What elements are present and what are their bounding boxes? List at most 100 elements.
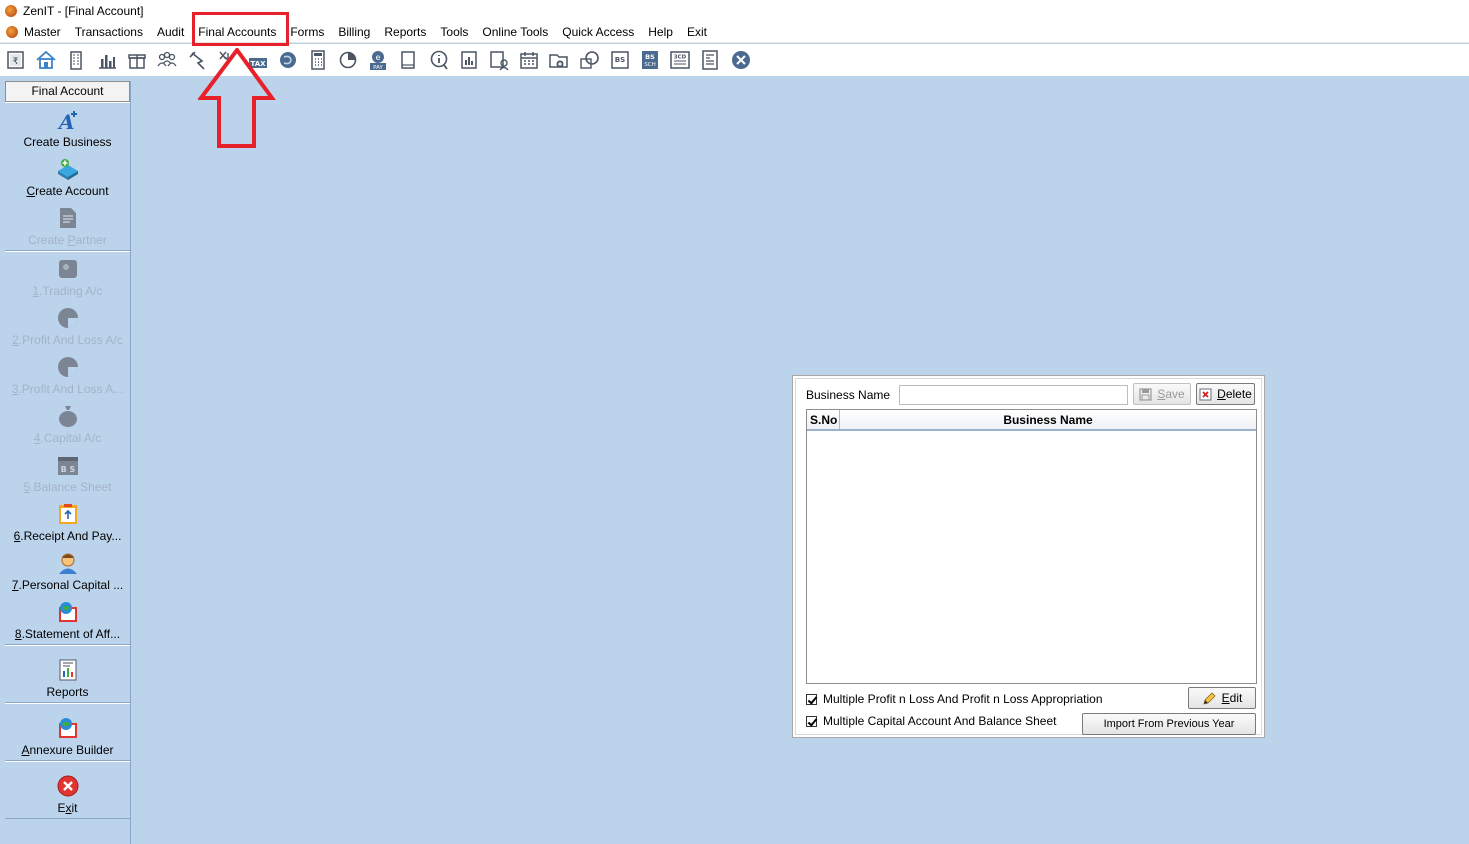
- sidebar-item-profit-loss[interactable]: 2.Profit And Loss A/c: [5, 301, 130, 350]
- menu-online-tools[interactable]: Online Tools: [475, 22, 555, 43]
- menu-master[interactable]: Master: [6, 22, 68, 43]
- menu-reports[interactable]: Reports: [377, 22, 433, 43]
- menu-tools[interactable]: Tools: [433, 22, 475, 43]
- business-panel-inner: Business Name Save Delete S.No Business …: [795, 378, 1262, 735]
- profit-loss-icon: [56, 306, 80, 330]
- sidebar-item-receipt-payment[interactable]: 6.Receipt And Pay...: [5, 497, 130, 546]
- calculator-icon[interactable]: [306, 48, 330, 72]
- sidebar: Final Account A Create Business Create A…: [5, 81, 131, 844]
- bar-chart-icon[interactable]: [95, 48, 119, 72]
- svg-text:B S: B S: [60, 465, 75, 474]
- menu-quick-access[interactable]: Quick Access: [555, 22, 641, 43]
- info-icon[interactable]: [427, 48, 451, 72]
- app-small-icon: [6, 25, 18, 38]
- annexure-builder-icon: [56, 716, 80, 740]
- sidebar-item-capital[interactable]: 4.Capital A/c: [5, 399, 130, 448]
- sidebar-item-reports[interactable]: Reports: [5, 646, 130, 702]
- sidebar-group-create: A Create Business Create Account Create …: [5, 102, 130, 251]
- sidebar-item-profit-loss-appropriation[interactable]: 3.Profit And Loss A...: [5, 350, 130, 399]
- bs-sch-label-top: BS: [645, 53, 655, 61]
- multiple-capital-checkbox[interactable]: Multiple Capital Account And Balance She…: [806, 714, 1056, 728]
- sidebar-header: Final Account: [5, 81, 130, 102]
- business-name-input[interactable]: [899, 385, 1128, 405]
- capital-bag-icon: [56, 404, 80, 428]
- refresh-icon[interactable]: [578, 48, 602, 72]
- epay-icon[interactable]: e PAY: [366, 48, 390, 72]
- bs-icon[interactable]: BS: [608, 48, 632, 72]
- sidebar-item-create-partner[interactable]: Create Partner: [5, 201, 130, 250]
- checkbox-checked-icon[interactable]: [806, 693, 817, 705]
- building-icon[interactable]: [64, 48, 88, 72]
- bs-sch-icon[interactable]: BS SCH: [638, 48, 662, 72]
- create-partner-icon: [56, 206, 80, 230]
- sidebar-item-exit[interactable]: Exit: [5, 762, 130, 818]
- audit-disc-icon[interactable]: [276, 48, 300, 72]
- business-table[interactable]: S.No Business Name: [806, 409, 1257, 684]
- business-panel: Business Name Save Delete S.No Business …: [792, 375, 1265, 738]
- edit-button[interactable]: Edit: [1188, 687, 1256, 709]
- sidebar-item-trading[interactable]: 1.Trading A/c: [5, 252, 130, 301]
- menu-exit[interactable]: Exit: [680, 22, 714, 43]
- bs-label: BS: [615, 56, 625, 64]
- calendar-icon[interactable]: [517, 48, 541, 72]
- menu-help[interactable]: Help: [641, 22, 680, 43]
- user-report-icon[interactable]: [487, 48, 511, 72]
- svg-text:₹: ₹: [13, 57, 19, 67]
- pie-icon[interactable]: [336, 48, 360, 72]
- sidebar-item-personal-capital[interactable]: 7.Personal Capital ...: [5, 546, 130, 595]
- report-icon[interactable]: [457, 48, 481, 72]
- receipt-payment-icon: [56, 502, 80, 526]
- personal-capital-icon: [56, 551, 80, 575]
- delete-button[interactable]: Delete: [1196, 383, 1255, 405]
- highlight-box: [192, 12, 289, 46]
- home-icon[interactable]: [34, 48, 58, 72]
- column-header-business-name[interactable]: Business Name: [840, 410, 1256, 429]
- trading-icon: [56, 257, 80, 281]
- sidebar-item-create-business[interactable]: A Create Business: [5, 103, 130, 152]
- menu-transactions[interactable]: Transactions: [68, 22, 150, 43]
- create-account-icon: [56, 157, 80, 181]
- sidebar-item-create-account[interactable]: Create Account: [5, 152, 130, 201]
- multiple-profit-loss-label: Multiple Profit n Loss And Profit n Loss…: [823, 692, 1103, 706]
- folder-add-icon[interactable]: [547, 48, 571, 72]
- bs-sch-label-bottom: SCH: [644, 62, 655, 68]
- sidebar-group-annexure: Annexure Builder: [5, 703, 130, 761]
- sidebar-item-annexure-builder[interactable]: Annexure Builder: [5, 704, 130, 760]
- pencil-icon: [1203, 691, 1216, 705]
- import-previous-year-button[interactable]: Import From Previous Year: [1082, 713, 1256, 735]
- svg-text:e: e: [376, 53, 381, 62]
- reports-icon: [56, 658, 80, 682]
- sidebar-item-statement-affairs[interactable]: 8.Statement of Aff...: [5, 595, 130, 644]
- window-title: ZenIT - [Final Account]: [23, 4, 144, 18]
- sidebar-item-balance-sheet[interactable]: B S 5.Balance Sheet: [5, 448, 130, 497]
- profit-loss-appropriation-icon: [56, 355, 80, 379]
- save-button[interactable]: Save: [1133, 383, 1191, 405]
- delete-icon: [1199, 388, 1212, 400]
- multiple-capital-label: Multiple Capital Account And Balance She…: [823, 714, 1057, 728]
- gift-icon[interactable]: [125, 48, 149, 72]
- 3cd-icon[interactable]: 3CD: [668, 48, 692, 72]
- sidebar-group-reports: Reports: [5, 645, 130, 703]
- checkbox-checked-icon[interactable]: [806, 715, 817, 727]
- close-circle-icon[interactable]: [729, 48, 753, 72]
- balance-sheet-icon: B S: [56, 453, 80, 477]
- save-icon: [1139, 387, 1152, 401]
- group-icon[interactable]: [155, 48, 179, 72]
- book-icon[interactable]: [396, 48, 420, 72]
- menu-audit[interactable]: Audit: [150, 22, 191, 43]
- sidebar-group-accounts: 1.Trading A/c 2.Profit And Loss A/c 3.Pr…: [5, 251, 130, 645]
- form-icon[interactable]: [698, 48, 722, 72]
- pay-label: PAY: [373, 65, 383, 71]
- app-logo-icon: [5, 5, 17, 17]
- business-name-label: Business Name: [806, 388, 891, 402]
- column-header-sno[interactable]: S.No: [807, 410, 840, 429]
- multiple-profit-loss-checkbox[interactable]: Multiple Profit n Loss And Profit n Loss…: [806, 692, 1103, 706]
- sidebar-group-exit: Exit: [5, 761, 130, 819]
- rupee-book-icon[interactable]: ₹: [4, 48, 28, 72]
- menu-billing[interactable]: Billing: [331, 22, 377, 43]
- menu-forms[interactable]: Forms: [283, 22, 331, 43]
- annotation-arrow-icon: [198, 48, 276, 148]
- 3cd-label: 3CD: [674, 55, 687, 61]
- business-table-header: S.No Business Name: [807, 410, 1256, 431]
- statement-affairs-icon: [56, 600, 80, 624]
